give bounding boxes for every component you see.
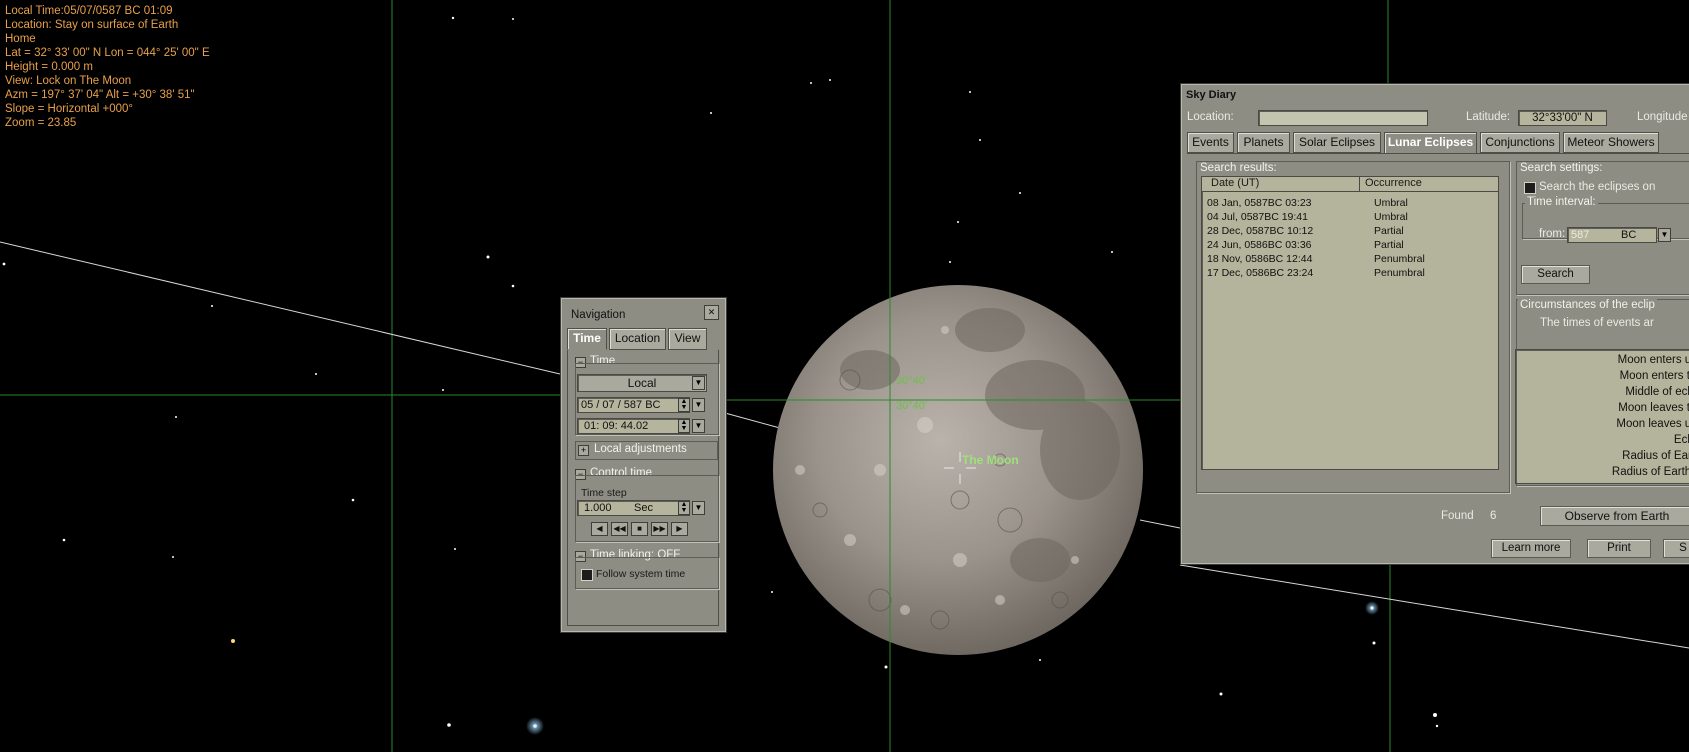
column-date[interactable]: Date (UT) <box>1211 177 1259 189</box>
circumstance-item: Eclipse <box>1673 434 1689 446</box>
moon[interactable] <box>773 285 1143 655</box>
hud-view: View: Lock on The Moon <box>5 75 132 87</box>
step-forward-icon[interactable]: ▶▶ <box>651 522 668 536</box>
circumstance-item: Moon leaves totali <box>1618 402 1689 414</box>
results-list[interactable]: Date (UT) Occurrence 08 Jan, 0587BC 03:2… <box>1201 176 1499 470</box>
circumstance-item: Moon leaves umbr <box>1616 418 1689 430</box>
found-count: 6 <box>1490 510 1497 522</box>
search-eclipses-label: Search the eclipses on <box>1539 181 1656 193</box>
chevron-down-icon[interactable]: ▼ <box>692 376 705 390</box>
circumstances-label: Circumstances of the eclip <box>1518 299 1657 311</box>
tab-view[interactable]: View <box>668 328 707 350</box>
time-step-spin-icon[interactable]: ▲ ▼ <box>678 501 690 515</box>
tab-solar-eclipses[interactable]: Solar Eclipses <box>1293 132 1381 153</box>
column-occurrence[interactable]: Occurrence <box>1365 177 1422 189</box>
grid-label: 30°40' <box>896 400 927 412</box>
date-spin-icon[interactable]: ▲ ▼ <box>678 398 690 412</box>
save-button[interactable]: S <box>1663 539 1689 558</box>
navigation-panel: Navigation ✕ Time Location View − Time L… <box>561 298 726 632</box>
latitude-field[interactable]: 32°33'00" N <box>1518 110 1607 126</box>
rewind-icon[interactable]: ◀ <box>591 522 608 536</box>
date-dropdown-icon[interactable]: ▼ <box>692 398 705 412</box>
sky-diary-title: Sky Diary <box>1186 89 1237 101</box>
hud-info: Local Time:05/07/0587 BC 01:09 Location:… <box>5 4 210 130</box>
hud-slope: Slope = Horizontal +000° <box>5 103 133 115</box>
time-step-dropdown-icon[interactable]: ▼ <box>692 501 705 515</box>
time-step-field[interactable]: 1.000 Sec <box>577 500 690 516</box>
hud-zoom: Zoom = 23.85 <box>5 117 77 129</box>
stop-icon[interactable]: ■ <box>631 522 648 536</box>
local-adjustments-label: Local adjustments <box>594 443 687 455</box>
location-label: Location: <box>1187 111 1234 123</box>
time-mode-value: Local <box>627 376 657 390</box>
time-step-unit: Sec <box>634 502 653 514</box>
tab-conjunctions[interactable]: Conjunctions <box>1480 132 1560 153</box>
time-spin-icon[interactable]: ▲ ▼ <box>678 419 690 433</box>
from-label: from: <box>1539 228 1566 240</box>
navigation-title: Navigation <box>571 309 626 321</box>
location-field[interactable] <box>1258 110 1428 126</box>
date-value: 05 / 07 / 587 BC <box>581 399 661 411</box>
results-header: Date (UT) Occurrence <box>1202 177 1498 192</box>
tab-planets[interactable]: Planets <box>1237 132 1290 153</box>
from-dropdown-icon[interactable]: ▼ <box>1658 228 1671 242</box>
circumstance-item: Moon enters umbr <box>1617 354 1689 366</box>
circumstance-item: Radius of Earth per <box>1611 466 1689 478</box>
hud-latlon: Lat = 32° 33' 00" N Lon = 044° 25' 00" E <box>5 47 210 59</box>
hud-home: Home <box>5 33 36 45</box>
tab-lunar-eclipses[interactable]: Lunar Eclipses <box>1384 132 1477 154</box>
tab-time[interactable]: Time <box>567 328 607 350</box>
print-button[interactable]: Print <box>1587 539 1651 558</box>
hud-height: Height = 0.000 m <box>5 61 93 73</box>
step-back-icon[interactable]: ◀◀ <box>611 522 628 536</box>
grid-label: 30°40' <box>896 375 927 387</box>
time-step-label: Time step <box>581 487 627 499</box>
circumstances-list[interactable]: Moon enters umbr Moon enters totali Midd… <box>1515 349 1689 484</box>
search-button[interactable]: Search <box>1521 265 1590 284</box>
search-eclipses-checkbox[interactable] <box>1524 182 1536 194</box>
time-dropdown-icon[interactable]: ▼ <box>692 419 705 433</box>
time-value: 01: 09: 44.02 <box>584 420 649 432</box>
column-divider <box>1359 177 1360 191</box>
hud-location: Location: Stay on surface of Earth <box>5 19 179 31</box>
date-field[interactable]: 05 / 07 / 587 BC <box>577 397 690 413</box>
circumstance-item: Middle of eclipse <box>1625 386 1689 398</box>
time-field[interactable]: 01: 09: 44.02 <box>577 418 690 434</box>
search-results-label: Search results: <box>1198 162 1279 174</box>
search-settings-label: Search settings: <box>1518 162 1605 174</box>
tab-events[interactable]: Events <box>1187 132 1234 153</box>
tab-location[interactable]: Location <box>609 328 666 350</box>
from-field[interactable]: 587 BC <box>1567 227 1657 243</box>
moon-label: The Moon <box>962 453 1019 467</box>
follow-system-time-checkbox[interactable] <box>581 569 593 581</box>
times-note: The times of events ar <box>1540 317 1654 329</box>
follow-system-time-label: Follow system time <box>596 568 686 580</box>
longitude-label: Longitude <box>1637 111 1688 123</box>
close-icon[interactable]: ✕ <box>704 305 719 320</box>
sky-diary-panel: Sky Diary Location: Latitude: 32°33'00" … <box>1181 84 1689 564</box>
hud-local-time: Local Time:05/07/0587 BC 01:09 <box>5 5 173 17</box>
time-interval-label: Time interval: <box>1525 196 1598 208</box>
learn-more-button[interactable]: Learn more <box>1491 539 1571 558</box>
tab-meteor-showers[interactable]: Meteor Showers <box>1563 132 1659 153</box>
circumstance-item: Radius of Earth u <box>1622 450 1689 462</box>
observe-from-earth-button[interactable]: Observe from Earth <box>1540 506 1689 526</box>
play-icon[interactable]: ▶ <box>671 522 688 536</box>
time-mode-select[interactable]: Local <box>577 374 707 392</box>
time-step-value: 1.000 <box>584 502 612 514</box>
hud-azm-alt: Azm = 197° 37' 04" Alt = +30° 38' 51" <box>5 89 195 101</box>
latitude-label: Latitude: <box>1466 111 1511 123</box>
circumstance-item: Moon enters totali <box>1619 370 1689 382</box>
found-label: Found <box>1441 510 1474 522</box>
